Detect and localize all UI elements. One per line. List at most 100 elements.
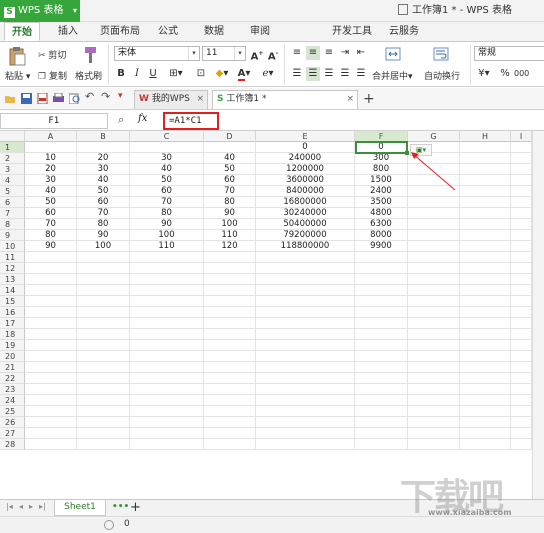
cell-e2[interactable]: 240000 <box>256 153 355 164</box>
row-header[interactable]: 19 <box>0 340 25 351</box>
merge-center-button[interactable]: 合并居中▾ <box>372 69 413 82</box>
border-button[interactable]: ⊞▾ <box>166 67 186 81</box>
cell-c8[interactable]: 90 <box>130 219 204 230</box>
cell-d28[interactable] <box>204 439 256 450</box>
cell-i1[interactable] <box>511 142 532 153</box>
cell-a8[interactable]: 70 <box>25 219 77 230</box>
percent-button[interactable]: % <box>498 67 512 81</box>
cell-i5[interactable] <box>511 186 532 197</box>
font-color-button[interactable]: A▾ <box>234 67 254 81</box>
cell-i9[interactable] <box>511 230 532 241</box>
vertical-scrollbar[interactable] <box>532 131 544 499</box>
cell-h5[interactable] <box>460 186 511 197</box>
cell-h26[interactable] <box>460 417 511 428</box>
cell-b26[interactable] <box>77 417 130 428</box>
cell-h15[interactable] <box>460 296 511 307</box>
cell-d14[interactable] <box>204 285 256 296</box>
merge-center-icon[interactable] <box>385 46 401 62</box>
cell-h27[interactable] <box>460 428 511 439</box>
row-header[interactable]: 17 <box>0 318 25 329</box>
cell-g27[interactable] <box>408 428 460 439</box>
paste-button[interactable]: 粘贴 ▾ <box>5 69 30 82</box>
export-pdf-icon[interactable] <box>37 93 48 104</box>
cell-g28[interactable] <box>408 439 460 450</box>
sheet-tab-sheet1[interactable]: Sheet1 <box>54 500 106 516</box>
cell-e7[interactable]: 30240000 <box>256 208 355 219</box>
thousands-separator-icon[interactable]: 000 <box>514 67 529 81</box>
cell-b22[interactable] <box>77 373 130 384</box>
cell-e6[interactable]: 16800000 <box>256 197 355 208</box>
tab-home[interactable]: 开始 <box>4 22 40 41</box>
cell-c19[interactable] <box>130 340 204 351</box>
name-box[interactable]: F1 <box>0 113 108 129</box>
cell-d18[interactable] <box>204 329 256 340</box>
cell-f6[interactable]: 3500 <box>355 197 408 208</box>
cell-g12[interactable] <box>408 263 460 274</box>
cell-g18[interactable] <box>408 329 460 340</box>
cell-h3[interactable] <box>460 164 511 175</box>
cell-h14[interactable] <box>460 285 511 296</box>
align-left-icon[interactable]: ☰ <box>290 67 304 81</box>
cell-c2[interactable]: 30 <box>130 153 204 164</box>
cell-c9[interactable]: 100 <box>130 230 204 241</box>
cell-i28[interactable] <box>511 439 532 450</box>
cell-h23[interactable] <box>460 384 511 395</box>
cell-d25[interactable] <box>204 406 256 417</box>
cell-c22[interactable] <box>130 373 204 384</box>
cell-e12[interactable] <box>256 263 355 274</box>
cell-f4[interactable]: 1500 <box>355 175 408 186</box>
tab-page-layout[interactable]: 页面布局 <box>94 22 146 41</box>
cell-a19[interactable] <box>25 340 77 351</box>
cell-g9[interactable] <box>408 230 460 241</box>
row-header[interactable]: 1 <box>0 142 25 153</box>
cell-f21[interactable] <box>355 362 408 373</box>
cell-i6[interactable] <box>511 197 532 208</box>
cell-f27[interactable] <box>355 428 408 439</box>
cell-c26[interactable] <box>130 417 204 428</box>
cell-a15[interactable] <box>25 296 77 307</box>
align-center-icon[interactable]: ☰ <box>306 67 320 81</box>
cell-e8[interactable]: 50400000 <box>256 219 355 230</box>
cell-e11[interactable] <box>256 252 355 263</box>
row-header[interactable]: 21 <box>0 362 25 373</box>
row-header[interactable]: 2 <box>0 153 25 164</box>
cell-d16[interactable] <box>204 307 256 318</box>
cell-g7[interactable] <box>408 208 460 219</box>
cell-c24[interactable] <box>130 395 204 406</box>
cell-f14[interactable] <box>355 285 408 296</box>
cell-d13[interactable] <box>204 274 256 285</box>
cell-h22[interactable] <box>460 373 511 384</box>
cell-g19[interactable] <box>408 340 460 351</box>
cell-c28[interactable] <box>130 439 204 450</box>
cell-h20[interactable] <box>460 351 511 362</box>
cell-b24[interactable] <box>77 395 130 406</box>
cell-i19[interactable] <box>511 340 532 351</box>
column-header-a[interactable]: A <box>25 131 77 142</box>
cell-b6[interactable]: 60 <box>77 197 130 208</box>
cell-a27[interactable] <box>25 428 77 439</box>
cell-c6[interactable]: 70 <box>130 197 204 208</box>
cell-b28[interactable] <box>77 439 130 450</box>
cell-b19[interactable] <box>77 340 130 351</box>
cell-f10[interactable]: 9900 <box>355 241 408 252</box>
cell-b5[interactable]: 50 <box>77 186 130 197</box>
customize-quick-access-icon[interactable]: ▾ <box>118 91 129 102</box>
row-header[interactable]: 10 <box>0 241 25 252</box>
cut-button[interactable]: ✂ 剪切 <box>38 48 66 61</box>
format-painter-button[interactable]: 格式刷 <box>75 69 102 82</box>
paste-icon[interactable] <box>8 46 26 66</box>
align-top-icon[interactable]: ≡ <box>290 46 304 60</box>
row-header[interactable]: 24 <box>0 395 25 406</box>
close-icon[interactable]: × <box>196 91 204 108</box>
column-header-g[interactable]: G <box>408 131 460 142</box>
cell-b1[interactable] <box>77 142 130 153</box>
cell-b18[interactable] <box>77 329 130 340</box>
cell-f23[interactable] <box>355 384 408 395</box>
cell-a14[interactable] <box>25 285 77 296</box>
cell-d21[interactable] <box>204 362 256 373</box>
cell-h16[interactable] <box>460 307 511 318</box>
print-icon[interactable] <box>53 93 64 104</box>
cell-e4[interactable]: 3600000 <box>256 175 355 186</box>
cell-f12[interactable] <box>355 263 408 274</box>
cell-h2[interactable] <box>460 153 511 164</box>
